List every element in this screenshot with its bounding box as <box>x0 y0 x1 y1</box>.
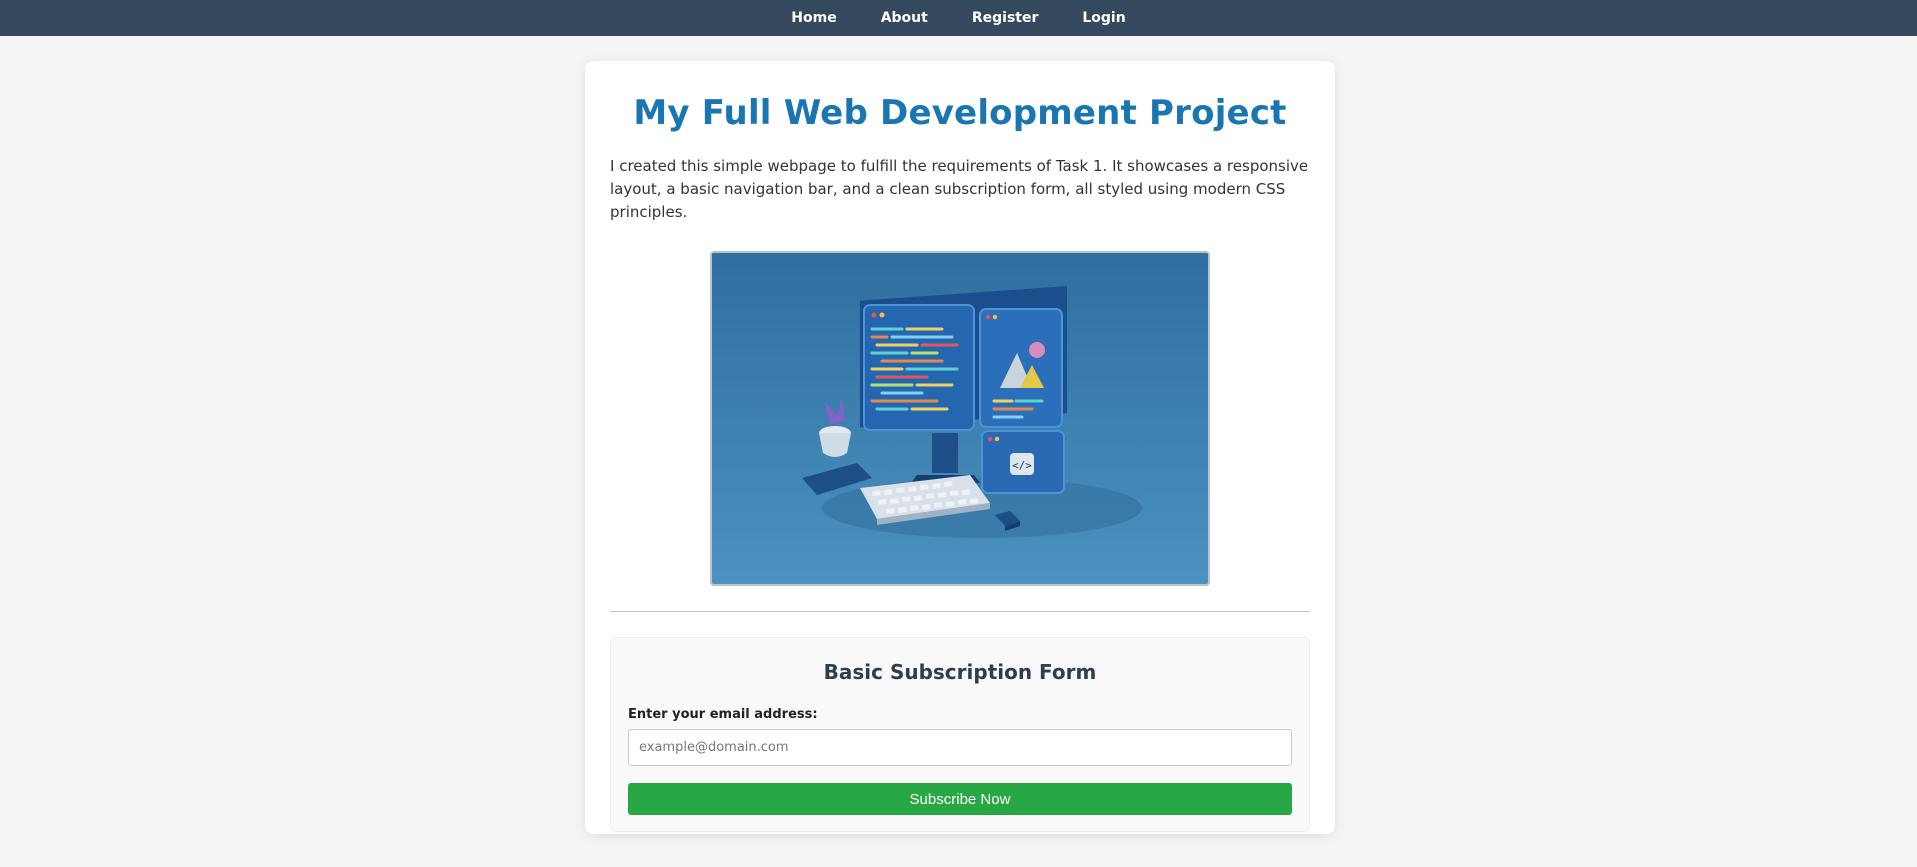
hero-image: </> <box>710 251 1210 586</box>
monitor-icon <box>860 286 1067 431</box>
section-divider <box>610 611 1310 612</box>
nav-about-link[interactable]: About <box>859 10 950 26</box>
nav-login-link[interactable]: Login <box>1060 10 1147 26</box>
email-input[interactable] <box>628 729 1292 766</box>
email-label: Enter your email address: <box>628 707 818 722</box>
intro-paragraph: I created this simple webpage to fulfill… <box>610 157 1309 221</box>
subscription-form: Basic Subscription Form Enter your email… <box>610 637 1310 832</box>
subscribe-button[interactable]: Subscribe Now <box>628 783 1292 815</box>
nav-register-link[interactable]: Register <box>950 10 1061 26</box>
form-title: Basic Subscription Form <box>823 660 1097 684</box>
page-title: My Full Web Development Project <box>633 93 1287 133</box>
code-snippet-icon: </> <box>981 430 1065 494</box>
svg-text:</>: </> <box>1012 459 1032 472</box>
top-navbar: Home About Register Login <box>0 0 1917 36</box>
content-card: My Full Web Development Project I create… <box>585 61 1335 834</box>
nav-home-link[interactable]: Home <box>769 10 858 26</box>
